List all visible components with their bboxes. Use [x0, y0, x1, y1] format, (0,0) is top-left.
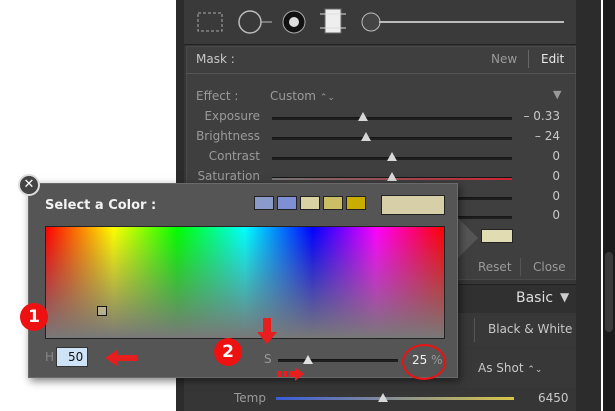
- tool-strip: [184, 0, 576, 45]
- temp-value[interactable]: 6450: [538, 391, 569, 405]
- arrow-down-icon: [257, 318, 277, 344]
- slider-value[interactable]: 0: [552, 149, 560, 163]
- scrollbar-thumb[interactable]: [605, 252, 613, 332]
- slider-thumb[interactable]: [358, 112, 369, 121]
- black-white-button[interactable]: Black & White: [474, 318, 577, 342]
- dialog-pointer: [456, 216, 478, 260]
- mask-color-swatch[interactable]: [481, 229, 513, 243]
- slider-thumb[interactable]: [360, 132, 371, 141]
- temp-slider-thumb[interactable]: [378, 393, 389, 402]
- mask-label: Mask :: [196, 52, 235, 66]
- slider-value[interactable]: – 0.33: [523, 109, 560, 123]
- divider: [520, 258, 521, 276]
- wb-value: As Shot: [478, 361, 524, 375]
- black-white-label: Black & White: [488, 322, 573, 336]
- red-eye-icon[interactable]: [280, 8, 308, 36]
- color-swatch[interactable]: [323, 196, 343, 210]
- step-badge-1: 1: [20, 303, 48, 331]
- slider-thumb[interactable]: [387, 172, 397, 181]
- dialog-title: Select a Color :: [45, 198, 157, 213]
- slider-label: Exposure: [204, 109, 260, 123]
- slider-value[interactable]: 0: [552, 169, 560, 183]
- temp-label: Temp: [234, 391, 266, 405]
- slider-label: Saturation: [197, 169, 260, 183]
- marquee-icon[interactable]: [196, 10, 224, 34]
- reset-button[interactable]: Reset: [478, 260, 512, 274]
- chevron-updown-icon: ⌃⌄: [527, 365, 543, 375]
- brush-slider-icon[interactable]: [359, 8, 569, 36]
- wb-select[interactable]: As Shot ⌃⌄: [478, 361, 542, 375]
- color-swatch[interactable]: [300, 196, 320, 210]
- mask-new-button[interactable]: New: [491, 52, 517, 66]
- hue-input[interactable]: 50: [56, 347, 88, 367]
- color-picker-marker[interactable]: [97, 306, 107, 316]
- effect-label: Effect :: [196, 89, 239, 103]
- temp-slider-track[interactable]: [276, 397, 514, 400]
- current-color-preview: [381, 195, 445, 215]
- chevron-updown-icon: ⌃⌄: [319, 93, 335, 103]
- slider-value[interactable]: 0: [552, 189, 560, 203]
- effect-value: Custom: [270, 89, 316, 103]
- slider-label: Contrast: [208, 149, 260, 163]
- slider-label: Brightness: [196, 129, 260, 143]
- hue-label: H: [45, 350, 55, 364]
- mask-header: Mask : New Edit: [186, 46, 576, 74]
- color-swatch[interactable]: [277, 196, 297, 210]
- spot-removal-icon[interactable]: [236, 8, 274, 36]
- color-swatch[interactable]: [254, 196, 274, 210]
- saturation-label: S: [264, 352, 272, 366]
- saturation-slider-track[interactable]: [278, 359, 398, 362]
- slider-track[interactable]: [272, 137, 512, 140]
- close-icon[interactable]: ✕: [18, 174, 40, 196]
- saturation-slider-thumb[interactable]: [303, 355, 313, 364]
- slider-value[interactable]: 0: [552, 208, 560, 222]
- close-button[interactable]: Close: [533, 260, 566, 274]
- arrow-right-dashed-icon: [277, 367, 304, 381]
- graduated-filter-icon[interactable]: [320, 6, 346, 36]
- color-swatch[interactable]: [346, 196, 366, 210]
- highlight-circle: [402, 344, 446, 380]
- slider-value[interactable]: – 24: [535, 129, 560, 143]
- slider-thumb[interactable]: [387, 152, 397, 161]
- divider: [528, 50, 529, 68]
- slider-track[interactable]: [272, 117, 512, 120]
- color-spectrum[interactable]: [45, 226, 445, 339]
- collapse-triangle-icon: ▼: [560, 290, 570, 304]
- scrollbar[interactable]: [603, 0, 615, 411]
- step-badge-2: 2: [214, 338, 242, 366]
- collapse-triangle-icon[interactable]: ▼: [553, 88, 561, 101]
- mask-edit-button[interactable]: Edit: [541, 52, 564, 66]
- basic-title: Basic: [516, 290, 554, 306]
- arrow-left-icon: [105, 350, 137, 366]
- effect-select[interactable]: Custom ⌃⌄: [270, 89, 335, 103]
